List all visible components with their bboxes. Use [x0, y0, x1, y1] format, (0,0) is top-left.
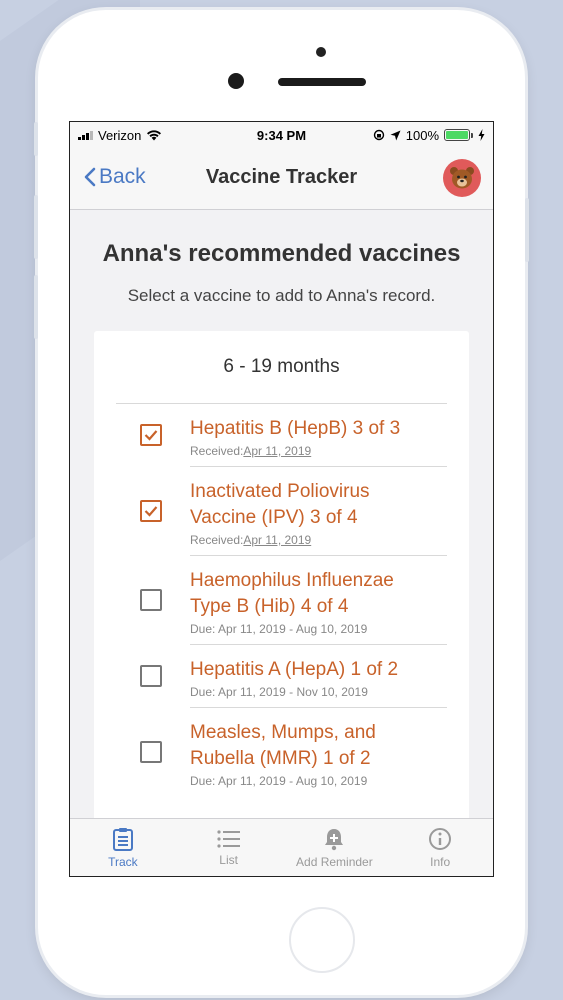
vaccine-name: Hepatitis B (HepB) 3 of 3 [190, 418, 401, 439]
checkbox-unchecked[interactable] [140, 665, 162, 687]
vaccine-status: Received:Apr 11, 2019 [190, 533, 312, 547]
vaccine-status: Due: Apr 11, 2019 - Aug 10, 2019 [190, 622, 368, 636]
location-icon [390, 130, 401, 140]
orientation-lock-icon [373, 129, 384, 141]
tab-info[interactable]: Info [387, 819, 493, 876]
status-left: Verizon [78, 128, 162, 143]
front-camera [228, 73, 244, 89]
vaccine-item[interactable]: Haemophilus Influenzae Type B (Hib) 4 of… [140, 556, 447, 645]
vaccine-item[interactable]: Inactivated Poliovirus Vaccine (IPV) 3 o… [140, 467, 447, 556]
tab-label: Info [430, 854, 451, 869]
vaccine-name: Measles, Mumps, and Rubella (MMR) 1 of 2 [190, 722, 376, 769]
tab-add-reminder[interactable]: Add Reminder [282, 819, 388, 876]
tab-bar: Track List Add Reminder Info [70, 818, 493, 876]
info-icon [429, 827, 452, 850]
tab-track[interactable]: Track [70, 819, 176, 876]
tab-list[interactable]: List [176, 819, 282, 876]
charging-icon [478, 129, 485, 141]
wifi-icon [147, 130, 162, 141]
signal-icon [78, 130, 93, 140]
page-heading: Anna's recommended vaccines [102, 240, 461, 267]
vaccine-item[interactable]: Hepatitis B (HepB) 3 of 3 Received:Apr 1… [140, 404, 447, 467]
carrier-label: Verizon [98, 127, 142, 143]
age-range-heading: 6 - 19 months [116, 331, 447, 404]
vaccine-card: 6 - 19 months Hepatitis B (HepB) 3 of 3 … [94, 331, 469, 851]
back-label: Back [99, 165, 146, 188]
received-date[interactable]: Apr 11, 2019 [243, 533, 311, 547]
page-subheading: Select a vaccine to add to Anna's record… [127, 286, 436, 305]
checkbox-checked[interactable] [140, 424, 162, 446]
bell-plus-icon [325, 828, 344, 850]
bear-icon [450, 167, 474, 189]
status-right: 100% [373, 128, 485, 143]
chevron-left-icon [84, 167, 96, 187]
home-button[interactable] [289, 907, 355, 973]
vaccine-item[interactable]: Hepatitis A (HepA) 1 of 2 Due: Apr 11, 2… [140, 645, 447, 708]
vaccine-status: Due: Apr 11, 2019 - Aug 10, 2019 [190, 774, 368, 788]
check-icon [144, 430, 158, 441]
vaccine-status: Received:Apr 11, 2019 [190, 444, 312, 458]
power-button [525, 198, 529, 262]
clipboard-icon [112, 827, 133, 851]
tab-label: Track [108, 854, 138, 869]
checkbox-unchecked[interactable] [140, 589, 162, 611]
top-sensor [316, 47, 326, 57]
tab-label: Add Reminder [296, 854, 373, 869]
vaccine-status: Due: Apr 11, 2019 - Nov 10, 2019 [190, 685, 368, 699]
list-icon [217, 829, 240, 848]
checkbox-unchecked[interactable] [140, 741, 162, 763]
received-date[interactable]: Apr 11, 2019 [243, 444, 311, 458]
checkbox-checked[interactable] [140, 500, 162, 522]
mute-switch [34, 122, 38, 156]
vaccine-name: Haemophilus Influenzae Type B (Hib) 4 of… [190, 570, 394, 617]
tab-label: List [219, 852, 238, 867]
volume-down-button [34, 275, 38, 339]
vaccine-name: Hepatitis A (HepA) 1 of 2 [190, 659, 399, 680]
volume-up-button [34, 195, 38, 259]
status-bar: Verizon 9:34 PM 100% [70, 122, 493, 148]
avatar[interactable] [443, 159, 481, 197]
battery-percent: 100% [405, 127, 439, 143]
navigation-bar: Back Vaccine Tracker [70, 148, 493, 210]
content-area: Anna's recommended vaccines Select a vac… [70, 210, 493, 851]
vaccine-name: Inactivated Poliovirus Vaccine (IPV) 3 o… [190, 481, 370, 528]
vaccine-item[interactable]: Measles, Mumps, and Rubella (MMR) 1 of 2… [140, 708, 447, 796]
app-screen: Verizon 9:34 PM 100% Back Vaccine Tracke… [69, 121, 494, 877]
battery-icon [444, 129, 473, 141]
check-icon [144, 506, 158, 517]
earpiece-speaker [278, 78, 366, 86]
back-button[interactable]: Back [84, 165, 146, 189]
